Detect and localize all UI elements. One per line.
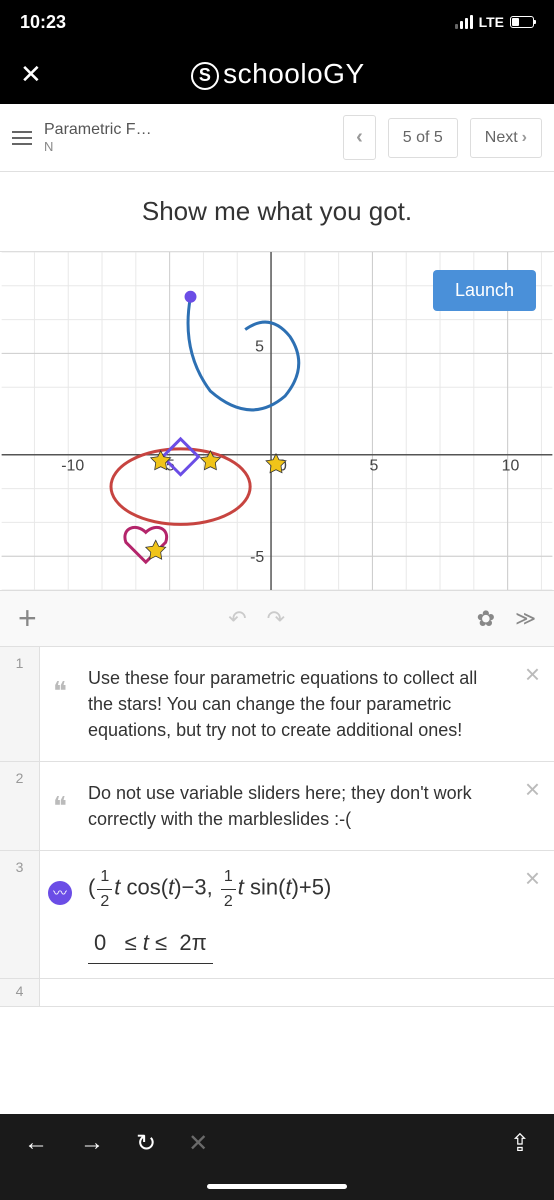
home-indicator[interactable] [0,1172,554,1200]
prompt-text: Show me what you got. [0,172,554,251]
status-right: LTE [455,14,534,30]
equation-content[interactable]: (12t cos(t)−3, 12t sin(t)+5) 0 ≤ t ≤ 2π [80,851,554,977]
delete-row-icon[interactable]: × [525,659,540,690]
nav-bar: Parametric F… N ‹ 5 of 5 Next › [0,104,554,172]
note-text: Do not use variable sliders here; they d… [80,762,554,850]
axis-label: -10 [61,458,84,475]
next-button[interactable]: Next › [470,118,542,158]
expression-row-2[interactable]: 2 ❝ Do not use variable sliders here; th… [0,762,554,851]
expression-list: 1 ❝ Use these four parametric equations … [0,647,554,1114]
undo-button[interactable]: ↶ [228,606,246,632]
marble-icon [185,291,197,303]
app-logo: SschooloGY [22,58,534,90]
prev-button[interactable]: ‹ [343,115,376,160]
back-icon[interactable]: ← [24,1129,48,1157]
parametric-icon: 〰 [48,881,72,905]
expression-toolbar: + ↶ ↷ ✿ ≫ [0,591,554,647]
signal-icon [455,15,473,29]
network-label: LTE [479,14,504,30]
axis-label: -5 [250,549,264,566]
add-expression-button[interactable]: + [18,600,37,637]
expression-row-3[interactable]: 3 〰 (12t cos(t)−3, 12t sin(t)+5) 0 ≤ t ≤… [0,851,554,978]
menu-icon[interactable] [12,131,32,145]
delete-row-icon[interactable]: × [525,774,540,805]
expression-row-4[interactable]: 4 [0,979,554,1007]
browser-toolbar: ← → ↻ ✕ ⇪ [0,1114,554,1172]
status-time: 10:23 [20,12,66,33]
stop-icon: ✕ [188,1129,208,1158]
note-icon: ❝ [53,792,67,822]
axis-label: 5 [369,458,378,475]
graph-area[interactable]: Launch [0,251,554,591]
red-ellipse [111,449,250,525]
launch-button[interactable]: Launch [433,270,536,311]
note-icon: ❝ [53,677,67,707]
chevron-right-icon: › [522,129,527,147]
page-counter[interactable]: 5 of 5 [388,118,458,158]
app-header: ✕ SschooloGY [0,44,554,104]
expression-row-1[interactable]: 1 ❝ Use these four parametric equations … [0,647,554,762]
delete-row-icon[interactable]: × [525,863,540,894]
nav-title: Parametric F… N [44,120,331,155]
settings-icon[interactable]: ✿ [477,606,495,632]
row-number: 4 [0,979,40,1006]
battery-icon [510,16,534,28]
row-number: 3 [0,851,40,977]
redo-button[interactable]: ↷ [267,606,285,632]
axis-label: 5 [255,338,264,355]
axis-label: 10 [502,458,520,475]
row-number: 2 [0,762,40,850]
logo-s-icon: S [191,62,219,90]
reload-icon[interactable]: ↻ [136,1129,156,1158]
row-number: 1 [0,647,40,761]
share-icon[interactable]: ⇪ [510,1129,530,1158]
status-bar: 10:23 LTE [0,0,554,44]
collapse-icon[interactable]: ≫ [515,606,536,631]
forward-icon[interactable]: → [80,1129,104,1157]
note-text: Use these four parametric equations to c… [80,647,554,761]
